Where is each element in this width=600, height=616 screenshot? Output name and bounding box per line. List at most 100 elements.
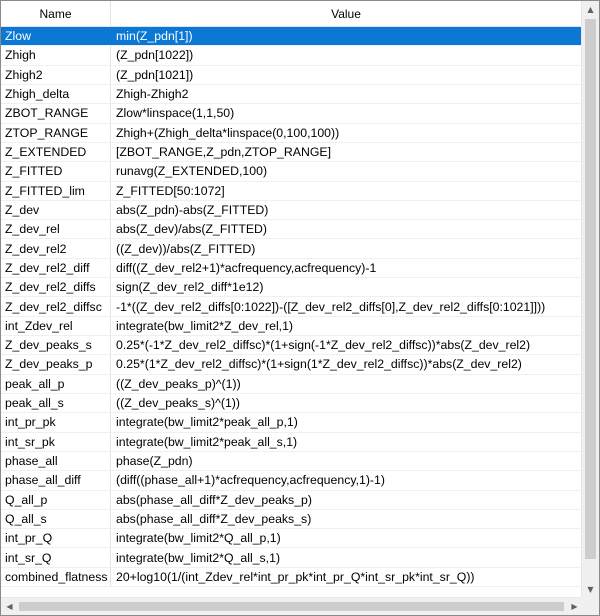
row-name-cell[interactable]: peak_all_s	[1, 393, 111, 413]
row-value-cell[interactable]: diff((Z_dev_rel2+1)*acfrequency,acfreque…	[111, 259, 581, 277]
row-value-cell[interactable]: 0.25*(1*Z_dev_rel2_diffsc)*(1+sign(1*Z_d…	[111, 355, 581, 373]
table-header: Name Value	[1, 1, 581, 27]
row-value-cell[interactable]: ((Z_dev))/abs(Z_FITTED)	[111, 239, 581, 257]
table-row[interactable]: Z_dev_rel2_diffs sign(Z_dev_rel2_diff*1e1…	[1, 278, 581, 298]
table-row[interactable]: int_sr_pk integrate(bw_limit2*peak_all_s,…	[1, 432, 581, 452]
row-value-cell[interactable]: phase(Z_pdn)	[111, 452, 581, 470]
row-value-cell[interactable]: abs(Z_pdn)-abs(Z_FITTED)	[111, 201, 581, 219]
row-name-cell[interactable]: Z_dev	[1, 200, 111, 220]
horizontal-scroll-thumb[interactable]	[19, 602, 564, 611]
arrow-up-icon[interactable]: ▲	[582, 1, 599, 18]
arrow-down-icon[interactable]: ▼	[582, 581, 599, 598]
row-name-cell[interactable]: int_pr_pk	[1, 413, 111, 432]
table-row[interactable]: Z_dev_peaks_s 0.25*(-1*Z_dev_rel2_diffsc)…	[1, 336, 581, 356]
row-name-cell[interactable]: Zhigh2	[1, 65, 111, 84]
row-name-cell[interactable]: int_sr_Q	[1, 548, 111, 567]
row-value-cell[interactable]: Z_FITTED[50:1072]	[111, 182, 581, 200]
table-row[interactable]: Q_all_s abs(phase_all_diff*Z_dev_peaks_s)	[1, 509, 581, 530]
table-body: Zlow min(Z_pdn[1]) Zhigh (Z_pdn[1022]) Zhigh…	[1, 27, 581, 605]
row-name-cell[interactable]: Z_dev_rel2	[1, 239, 111, 258]
row-value-cell[interactable]: integrate(bw_limit2*Q_all_s,1)	[111, 548, 581, 566]
row-value-cell[interactable]: 20+log10(1/(int_Zdev_rel*int_pr_pk*int_p…	[111, 568, 581, 586]
table-row[interactable]: Z_dev_rel2_diffsc -1*((Z_dev_rel2_diffs[0…	[1, 297, 581, 317]
row-name-cell[interactable]: Zlow	[1, 27, 111, 46]
table-row[interactable]: phase_all phase(Z_pdn)	[1, 451, 581, 472]
row-value-cell[interactable]: Zhigh+(Zhigh_delta*linspace(0,100,100))	[111, 124, 581, 142]
row-value-cell[interactable]: integrate(bw_limit2*Q_all_p,1)	[111, 529, 581, 547]
row-value-cell[interactable]: integrate(bw_limit2*peak_all_p,1)	[111, 413, 581, 431]
row-name-cell[interactable]: Z_dev_rel	[1, 220, 111, 239]
table-row[interactable]: Z_FITTED_lim Z_FITTED[50:1072]	[1, 181, 581, 201]
column-header-value[interactable]: Value	[111, 1, 581, 27]
row-name-cell[interactable]: Zhigh	[1, 46, 111, 65]
row-name-cell[interactable]: Zhigh_delta	[1, 84, 111, 104]
vertical-scroll-thumb[interactable]	[585, 19, 596, 559]
row-value-cell[interactable]: integrate(bw_limit2*peak_all_s,1)	[111, 433, 581, 451]
row-name-cell[interactable]: int_pr_Q	[1, 529, 111, 548]
row-value-cell[interactable]: abs(Z_dev)/abs(Z_FITTED)	[111, 220, 581, 238]
row-name-cell[interactable]: Q_all_s	[1, 509, 111, 529]
row-name-cell[interactable]: Z_dev_rel2_diff	[1, 258, 111, 278]
table-row[interactable]: Z_dev_rel2_diff diff((Z_dev_rel2+1)*acfre…	[1, 258, 581, 279]
scrollbar-corner	[581, 597, 599, 615]
row-value-cell[interactable]: (Z_pdn[1022])	[111, 46, 581, 64]
row-name-cell[interactable]: Z_EXTENDED	[1, 142, 111, 162]
row-value-cell[interactable]: runavg(Z_EXTENDED,100)	[111, 162, 581, 180]
row-name-cell[interactable]: Z_dev_rel2_diffsc	[1, 297, 111, 316]
table-row[interactable]: Q_all_p abs(phase_all_diff*Z_dev_peaks_p)	[1, 490, 581, 510]
row-value-cell[interactable]: ((Z_dev_peaks_p)^(1))	[111, 375, 581, 393]
table-row[interactable]: Zlow min(Z_pdn[1])	[1, 27, 581, 47]
row-value-cell[interactable]: (diff((phase_all+1)*acfrequency,acfreque…	[111, 471, 581, 489]
arrow-left-icon[interactable]: ◀	[1, 598, 18, 615]
table-row[interactable]: int_pr_Q integrate(bw_limit2*Q_all_p,1)	[1, 529, 581, 549]
row-name-cell[interactable]: ZBOT_RANGE	[1, 104, 111, 123]
table-row[interactable]: ZBOT_RANGE Zlow*linspace(1,1,50)	[1, 104, 581, 124]
row-name-cell[interactable]: int_sr_pk	[1, 432, 111, 451]
row-name-cell[interactable]: int_Zdev_rel	[1, 316, 111, 335]
row-value-cell[interactable]: (Z_pdn[1021])	[111, 66, 581, 84]
row-name-cell[interactable]: Z_dev_peaks_s	[1, 336, 111, 355]
table-row[interactable]: Zhigh_delta Zhigh-Zhigh2	[1, 84, 581, 105]
row-value-cell[interactable]: abs(phase_all_diff*Z_dev_peaks_s)	[111, 510, 581, 528]
table-row[interactable]: phase_all_diff (diff((phase_all+1)*acfreq…	[1, 471, 581, 491]
row-value-cell[interactable]: abs(phase_all_diff*Z_dev_peaks_p)	[111, 491, 581, 509]
table-row[interactable]: int_Zdev_rel integrate(bw_limit2*Z_dev_re…	[1, 316, 581, 336]
column-header-name[interactable]: Name	[1, 1, 111, 27]
vertical-scrollbar[interactable]: ▲ ▼	[581, 1, 599, 598]
row-value-cell[interactable]: ((Z_dev_peaks_s)^(1))	[111, 394, 581, 412]
row-value-cell[interactable]: [ZBOT_RANGE,Z_pdn,ZTOP_RANGE]	[111, 143, 581, 161]
table-row[interactable]: int_sr_Q integrate(bw_limit2*Q_all_s,1)	[1, 548, 581, 568]
row-value-cell[interactable]: sign(Z_dev_rel2_diff*1e12)	[111, 278, 581, 296]
row-value-cell[interactable]: -1*((Z_dev_rel2_diffs[0:1022])-([Z_dev_r…	[111, 297, 581, 315]
table-row[interactable]: Z_FITTED runavg(Z_EXTENDED,100)	[1, 162, 581, 182]
table-row[interactable]: int_pr_pk integrate(bw_limit2*peak_all_p,…	[1, 413, 581, 433]
table-row[interactable]: Zhigh2 (Z_pdn[1021])	[1, 65, 581, 85]
row-name-cell[interactable]: Z_FITTED_lim	[1, 181, 111, 200]
row-name-cell[interactable]: peak_all_p	[1, 374, 111, 393]
row-value-cell[interactable]: Zhigh-Zhigh2	[111, 85, 581, 103]
row-name-cell[interactable]: phase_all_diff	[1, 471, 111, 490]
table-row[interactable]: Z_dev_rel abs(Z_dev)/abs(Z_FITTED)	[1, 220, 581, 240]
table-row[interactable]: Z_dev_rel2 ((Z_dev))/abs(Z_FITTED)	[1, 239, 581, 259]
row-value-cell[interactable]: Zlow*linspace(1,1,50)	[111, 104, 581, 122]
table-row[interactable]: Z_dev_peaks_p 0.25*(1*Z_dev_rel2_diffsc)*…	[1, 355, 581, 375]
table-row[interactable]: peak_all_s ((Z_dev_peaks_s)^(1))	[1, 393, 581, 414]
row-value-cell[interactable]: min(Z_pdn[1])	[111, 27, 581, 45]
table-row[interactable]: ZTOP_RANGE Zhigh+(Zhigh_delta*linspace(0,…	[1, 123, 581, 143]
row-value-cell[interactable]: 0.25*(-1*Z_dev_rel2_diffsc)*(1+sign(-1*Z…	[111, 336, 581, 354]
row-name-cell[interactable]: Q_all_p	[1, 490, 111, 509]
table-row[interactable]: Zhigh (Z_pdn[1022])	[1, 46, 581, 66]
variables-table-window: Name Value Zlow min(Z_pdn[1]) Zhigh (Z_pdn[…	[0, 0, 600, 616]
table-row[interactable]: Z_dev abs(Z_pdn)-abs(Z_FITTED)	[1, 200, 581, 221]
row-name-cell[interactable]: combined_flatness	[1, 567, 111, 587]
row-name-cell[interactable]: phase_all	[1, 451, 111, 471]
row-name-cell[interactable]: ZTOP_RANGE	[1, 123, 111, 142]
row-name-cell[interactable]: Z_dev_peaks_p	[1, 355, 111, 374]
horizontal-scrollbar[interactable]: ◀ ▶	[1, 597, 583, 615]
row-name-cell[interactable]: Z_dev_rel2_diffs	[1, 278, 111, 297]
table-row[interactable]: combined_flatness 20+log10(1/(int_Zdev_re…	[1, 567, 581, 588]
row-name-cell[interactable]: Z_FITTED	[1, 162, 111, 181]
table-row[interactable]: peak_all_p ((Z_dev_peaks_p)^(1))	[1, 374, 581, 394]
row-value-cell[interactable]: integrate(bw_limit2*Z_dev_rel,1)	[111, 317, 581, 335]
table-row[interactable]: Z_EXTENDED [ZBOT_RANGE,Z_pdn,ZTOP_RANGE]	[1, 142, 581, 163]
